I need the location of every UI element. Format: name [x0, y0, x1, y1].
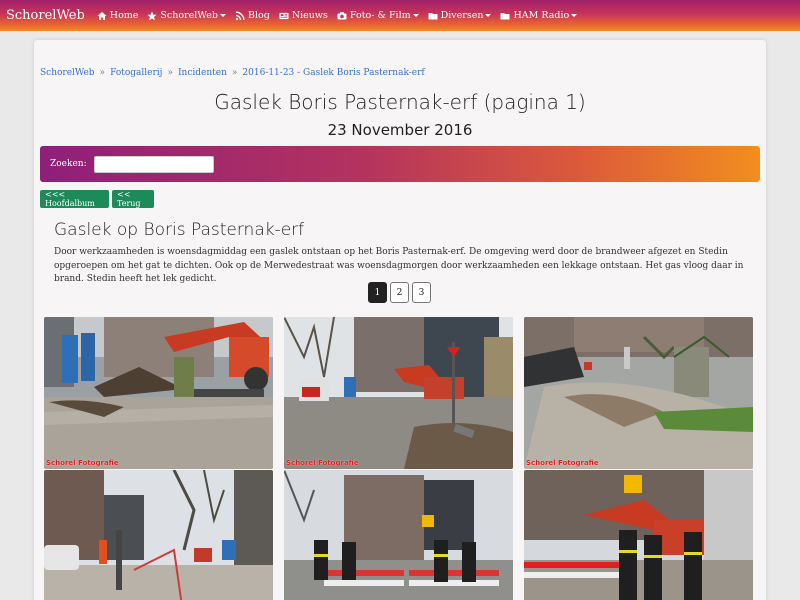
photo-thumbnail-5[interactable] — [284, 470, 513, 600]
photo-thumbnail-4[interactable] — [44, 470, 273, 600]
nav-ham-radio-label: HAM Radio — [513, 10, 570, 21]
caret-down-icon — [485, 14, 492, 17]
main-album-button[interactable]: <<< Hoofdalbum — [40, 190, 109, 208]
breadcrumb-item-schorelweb[interactable]: SchorelWeb — [40, 68, 95, 78]
star-icon — [147, 11, 158, 21]
breadcrumb-separator: » — [231, 68, 238, 78]
brand-link[interactable]: SchorelWeb — [6, 8, 85, 23]
home-icon — [97, 11, 107, 21]
pagination: 1 2 3 — [368, 282, 434, 303]
photo-watermark: Schorel Fotografie — [46, 459, 119, 467]
photo-thumbnail-2[interactable]: Schorel Fotografie — [284, 317, 513, 469]
folder-icon — [500, 11, 510, 21]
nav-ham-radio[interactable]: HAM Radio — [500, 10, 578, 21]
search-label: Zoeken: — [50, 159, 87, 169]
nav-schorelweb[interactable]: SchorelWeb — [147, 10, 226, 21]
nav-home-label: Home — [109, 10, 139, 21]
photo-watermark: Schorel Fotografie — [526, 459, 599, 467]
camera-icon — [337, 11, 347, 21]
nav-diversen-label: Diversen — [440, 10, 484, 21]
caret-down-icon — [219, 14, 226, 17]
newspaper-icon — [279, 11, 289, 21]
search-input[interactable] — [93, 155, 214, 173]
page-title: Gaslek Boris Pasternak-erf (pagina 1) — [214, 90, 586, 114]
folder-icon — [428, 11, 438, 21]
breadcrumb-item-fotogallerij[interactable]: Fotogallerij — [110, 68, 162, 78]
breadcrumb-item-current[interactable]: 2016-11-23 - Gaslek Boris Pasternak-erf — [242, 68, 424, 78]
nav-foto-film[interactable]: Foto- & Film — [337, 10, 419, 21]
caret-down-icon — [571, 14, 578, 17]
caret-down-icon — [412, 14, 419, 17]
photo-thumbnail-1[interactable]: Schorel Fotografie — [44, 317, 273, 469]
photo-thumbnail-3[interactable]: Schorel Fotografie — [524, 317, 753, 469]
page-2-button[interactable]: 2 — [390, 282, 409, 303]
back-button[interactable]: << Terug — [112, 190, 154, 208]
breadcrumb-item-incidenten[interactable]: Incidenten — [178, 68, 227, 78]
nav-nieuws[interactable]: Nieuws — [279, 10, 328, 21]
breadcrumb-separator: » — [167, 68, 173, 78]
nav-home[interactable]: Home — [97, 10, 139, 21]
top-navbar: SchorelWeb Home SchorelWeb Blog Nieuws F… — [0, 0, 800, 31]
nav-schorelweb-label: SchorelWeb — [160, 10, 218, 21]
page-1-button[interactable]: 1 — [368, 282, 387, 303]
content-card: SchorelWeb » Fotogallerij » Incidenten »… — [34, 40, 766, 600]
nav-blog-label: Blog — [247, 10, 270, 21]
album-title: Gaslek op Boris Pasternak-erf — [54, 220, 305, 240]
nav-diversen[interactable]: Diversen — [428, 10, 492, 21]
search-bar: Zoeken: — [40, 146, 760, 182]
page-3-button[interactable]: 3 — [412, 282, 431, 303]
breadcrumb-separator: » — [99, 68, 106, 78]
breadcrumb: SchorelWeb » Fotogallerij » Incidenten »… — [40, 68, 425, 78]
nav-nieuws-label: Nieuws — [291, 10, 328, 21]
rss-icon — [235, 11, 245, 21]
page-date: 23 November 2016 — [327, 121, 473, 139]
nav-foto-film-label: Foto- & Film — [349, 10, 411, 21]
nav-blog[interactable]: Blog — [235, 10, 270, 21]
photo-thumbnail-6[interactable] — [524, 470, 753, 600]
photo-watermark: Schorel Fotografie — [286, 459, 359, 467]
album-description: Door werkzaamheden is woensdagmiddag een… — [54, 247, 744, 284]
